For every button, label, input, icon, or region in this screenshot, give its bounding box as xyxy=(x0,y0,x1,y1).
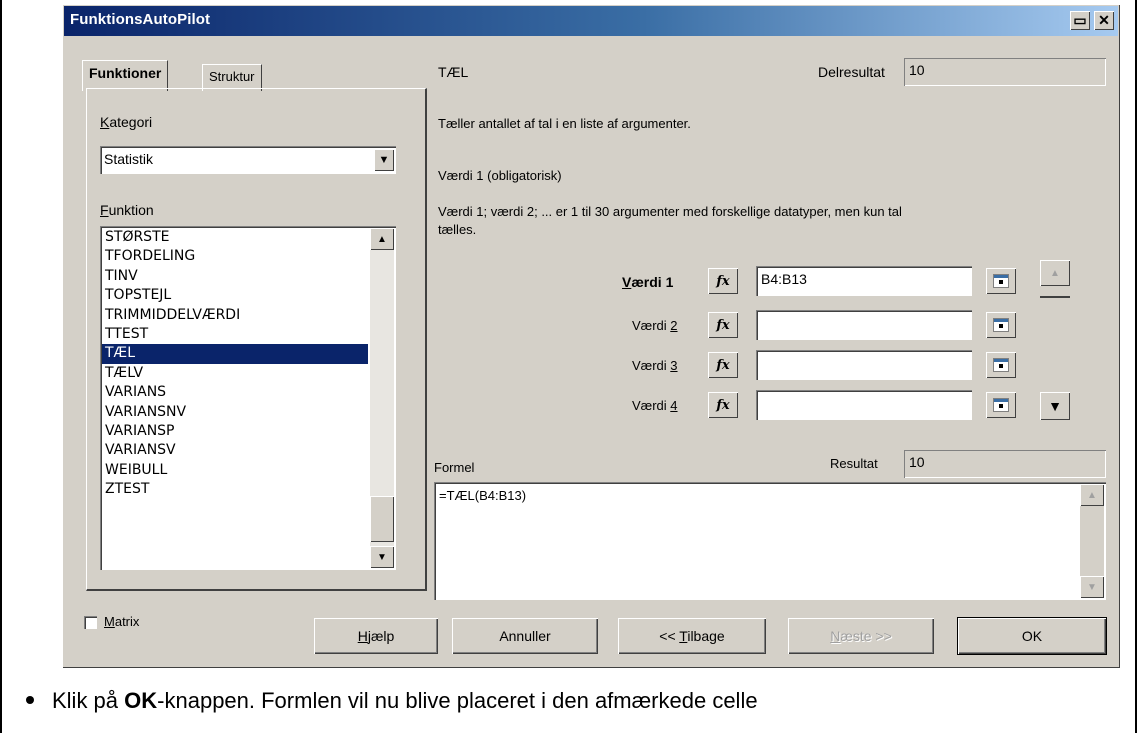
list-item[interactable]: VARIANSP xyxy=(102,422,368,441)
list-item[interactable]: TRIMMIDDELVÆRDI xyxy=(102,306,368,325)
maximize-button[interactable]: ▭ xyxy=(1070,11,1090,30)
list-item[interactable]: VARIANSNV xyxy=(102,403,368,422)
fx-icon: fx xyxy=(716,317,730,333)
partial-result-label: Delresultat xyxy=(818,64,885,80)
formula-scroll-down-button[interactable]: ▼ xyxy=(1080,576,1104,598)
list-item[interactable]: TINV xyxy=(102,267,368,286)
argument-2-input[interactable] xyxy=(756,310,972,340)
argument-1-value: B4:B13 xyxy=(761,271,807,287)
fx-icon: fx xyxy=(716,397,730,413)
list-item[interactable]: TOPSTEJL xyxy=(102,286,368,305)
result-field: 10 xyxy=(904,450,1106,478)
function-list-scrollbar[interactable]: ▲ ▼ xyxy=(370,228,394,568)
argument-2-fx-button[interactable]: fx xyxy=(708,312,738,338)
list-item[interactable]: ZTEST xyxy=(102,480,368,499)
function-name: TÆL xyxy=(438,64,469,80)
shrink-icon xyxy=(993,274,1009,288)
scroll-down-button[interactable]: ▼ xyxy=(370,546,394,568)
argument-4-shrink-button[interactable] xyxy=(986,392,1016,418)
result-value: 10 xyxy=(909,454,925,470)
list-item[interactable]: VARIANS xyxy=(102,383,368,402)
partial-result-value: 10 xyxy=(909,62,925,78)
formula-text: =TÆL(B4:B13) xyxy=(439,488,527,503)
argument-3-input[interactable] xyxy=(756,350,972,380)
list-item[interactable]: TFORDELING xyxy=(102,247,368,266)
dialog-title: FunktionsAutoPilot xyxy=(70,11,211,28)
instruction-pre: Klik på xyxy=(52,688,125,713)
cancel-button[interactable]: Annuller xyxy=(452,618,598,654)
maximize-icon: ▭ xyxy=(1073,12,1087,28)
tab-structure[interactable]: Struktur xyxy=(202,64,262,91)
argument-1-label: Værdi 1 xyxy=(622,274,674,290)
list-item[interactable]: WEIBULL xyxy=(102,461,368,480)
bullet-icon xyxy=(26,696,34,705)
list-item-selected[interactable]: TÆL xyxy=(102,344,368,364)
function-description: Tæller antallet af tal i en liste af arg… xyxy=(438,116,691,131)
instruction-post: -knappen. Formlen vil nu blive placeret … xyxy=(157,688,758,713)
formula-label: Formel xyxy=(434,460,475,475)
function-list-label: Funktion xyxy=(100,202,154,218)
matrix-checkbox[interactable] xyxy=(84,616,97,629)
formula-scrollbar[interactable]: ▲ ▼ xyxy=(1080,484,1104,598)
argument-4-input[interactable] xyxy=(756,390,972,420)
arguments-scroll-up-button[interactable]: ▲ xyxy=(1040,260,1070,286)
argument-1-input[interactable]: B4:B13 xyxy=(756,266,972,296)
list-item[interactable]: TÆLV xyxy=(102,364,368,383)
list-item[interactable]: VARIANSV xyxy=(102,441,368,460)
category-dropdown-button[interactable]: ▼ xyxy=(374,149,394,171)
formula-scroll-up-button[interactable]: ▲ xyxy=(1080,484,1104,506)
arrow-up-icon: ▲ xyxy=(1050,267,1060,279)
list-item[interactable]: STØRSTE xyxy=(102,228,368,247)
argument-3-fx-button[interactable]: fx xyxy=(708,352,738,378)
formula-editor[interactable]: =TÆL(B4:B13) ▲ ▼ xyxy=(434,482,1106,600)
function-wizard-dialog: FunktionsAutoPilot ▭ ✕ Funktioner Strukt… xyxy=(62,4,1120,668)
argument-2-shrink-button[interactable] xyxy=(986,312,1016,338)
argument-4-label: Værdi 4 xyxy=(632,398,678,413)
tab-functions[interactable]: Funktioner xyxy=(82,60,169,91)
arguments-scroll-thumb-edge xyxy=(1040,296,1070,298)
arrow-up-icon: ▲ xyxy=(1087,489,1097,501)
partial-result-field: 10 xyxy=(904,58,1106,86)
function-listbox[interactable]: STØRSTE TFORDELING TINV TOPSTEJL TRIMMID… xyxy=(100,226,396,570)
arrow-up-icon: ▲ xyxy=(377,233,387,245)
argument-3-label: Værdi 3 xyxy=(632,358,678,373)
function-list-items: STØRSTE TFORDELING TINV TOPSTEJL TRIMMID… xyxy=(102,228,368,499)
instruction-bullet: Klik på OK-knappen. Formlen vil nu blive… xyxy=(26,688,758,714)
argument-1-fx-button[interactable]: fx xyxy=(708,268,738,294)
scroll-up-button[interactable]: ▲ xyxy=(370,228,394,250)
category-label: Kategori xyxy=(100,114,153,130)
argument-description-line2: tælles. xyxy=(438,222,477,237)
scroll-thumb[interactable] xyxy=(370,496,394,542)
next-button[interactable]: Næste >> xyxy=(788,618,934,654)
arrow-down-icon: ▼ xyxy=(1087,581,1097,593)
category-select[interactable]: Statistik ▼ xyxy=(100,146,396,174)
category-value: Statistik xyxy=(104,151,154,167)
argument-4-fx-button[interactable]: fx xyxy=(708,392,738,418)
close-icon: ✕ xyxy=(1098,12,1110,28)
title-bar[interactable]: FunktionsAutoPilot ▭ ✕ xyxy=(64,6,1118,36)
argument-2-label: Værdi 2 xyxy=(632,318,678,333)
matrix-label: Matrix xyxy=(104,614,140,629)
argument-3-shrink-button[interactable] xyxy=(986,352,1016,378)
fx-icon: fx xyxy=(716,357,730,373)
help-button[interactable]: Hjælp xyxy=(314,618,438,654)
arrow-down-icon: ▼ xyxy=(377,551,387,563)
arguments-scroll-down-button[interactable]: ▼ xyxy=(1040,392,1070,420)
arrow-down-icon: ▼ xyxy=(1048,398,1062,414)
fx-icon: fx xyxy=(716,273,730,289)
back-button[interactable]: << Tilbage xyxy=(618,618,766,654)
ok-button[interactable]: OK xyxy=(958,618,1106,654)
arguments-scrollbar[interactable]: ▲ ▼ xyxy=(1040,260,1070,424)
argument-1-shrink-button[interactable] xyxy=(986,268,1016,294)
result-label: Resultat xyxy=(830,456,878,471)
shrink-icon xyxy=(993,398,1009,412)
shrink-icon xyxy=(993,358,1009,372)
chevron-down-icon: ▼ xyxy=(378,154,390,166)
argument-description-line1: Værdi 1; værdi 2; ... er 1 til 30 argume… xyxy=(438,204,902,219)
close-button[interactable]: ✕ xyxy=(1094,11,1114,30)
argument-title: Værdi 1 (obligatorisk) xyxy=(438,168,562,183)
instruction-bold: OK xyxy=(124,688,158,713)
list-item[interactable]: TTEST xyxy=(102,325,368,344)
shrink-icon xyxy=(993,318,1009,332)
